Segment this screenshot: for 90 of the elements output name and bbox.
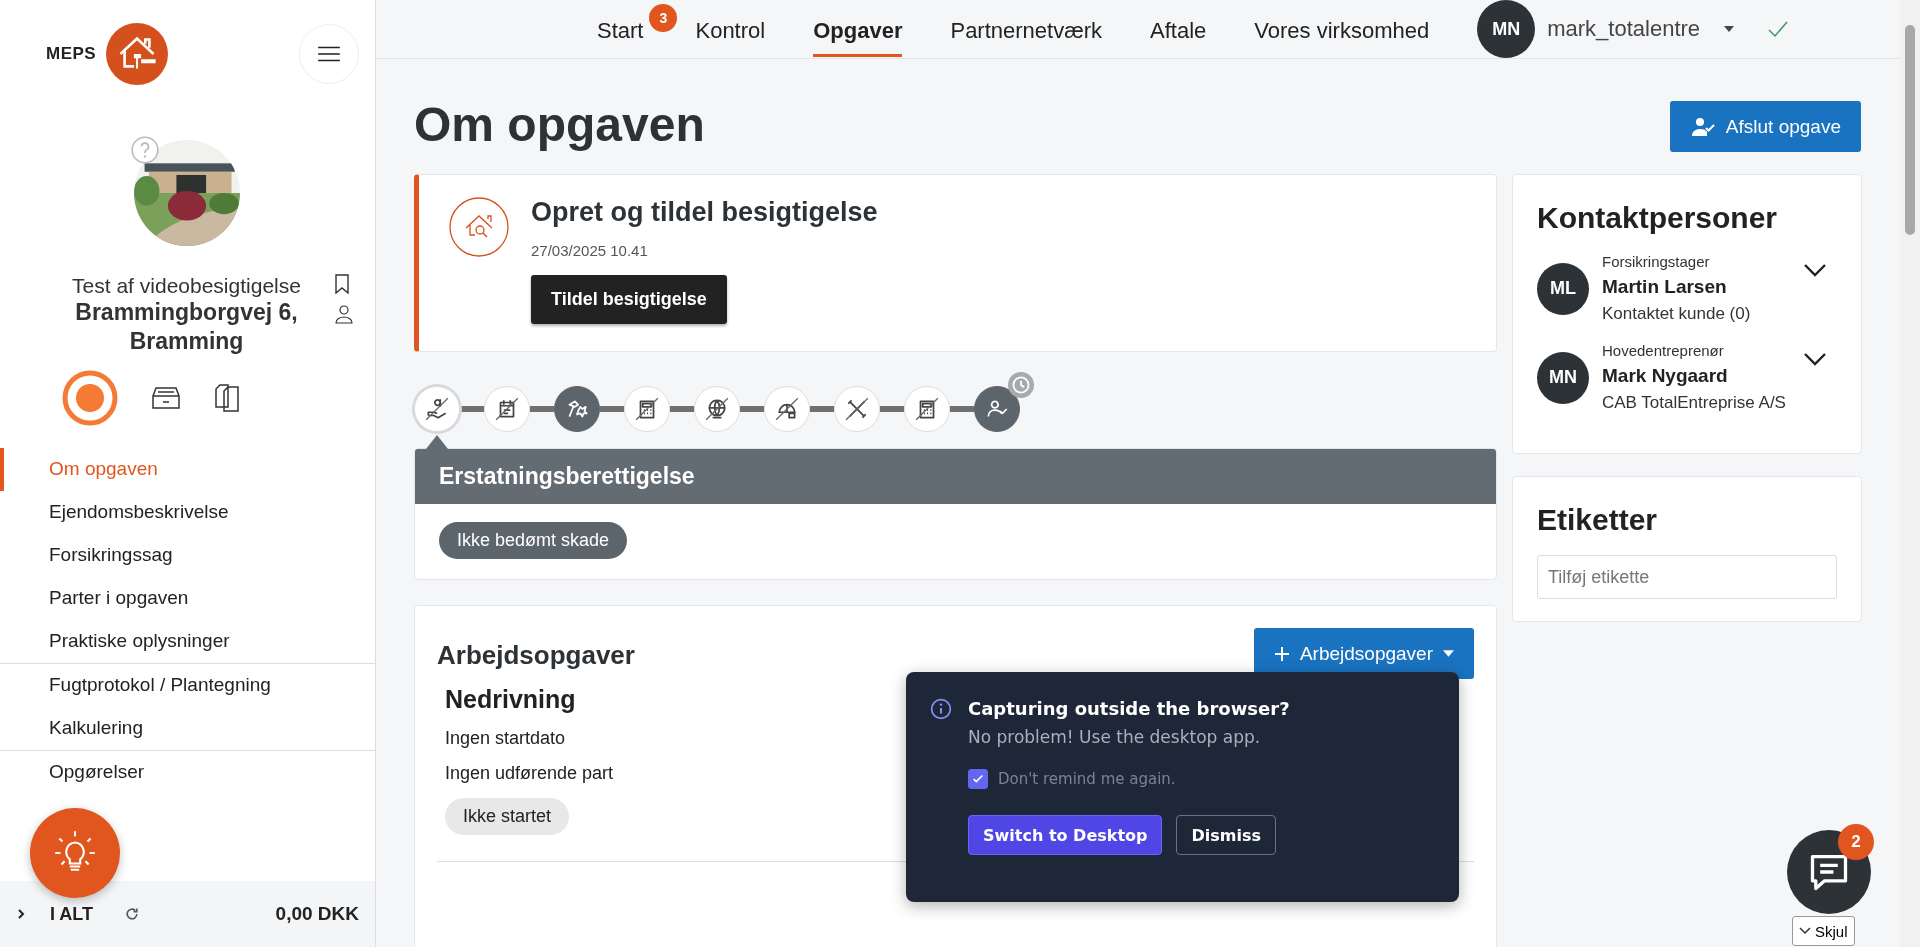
caret-icon	[1724, 26, 1735, 32]
page-title: Om opgaven	[414, 99, 705, 152]
refresh-icon[interactable]	[124, 906, 140, 922]
nav-tab[interactable]: Opgaver	[813, 9, 903, 57]
contact-detail: Kontaktet kunde (0)	[1602, 304, 1752, 324]
nav-tab[interactable]: Aftale	[1150, 9, 1207, 57]
user-name: mark_totalentre	[1547, 16, 1701, 42]
dismiss-button[interactable]: Dismiss	[1176, 815, 1276, 855]
record-icon[interactable]	[62, 369, 118, 426]
task-title: Opret og tildel besigtigelse	[531, 197, 878, 228]
scrollbar[interactable]	[1900, 0, 1920, 947]
sidebar-item[interactable]: Kalkulering	[0, 706, 375, 750]
section-title: Kontaktpersoner	[1537, 201, 1779, 235]
caret-icon[interactable]	[16, 909, 26, 919]
popup-text: No problem! Use the desktop app.	[968, 727, 1262, 747]
clock-badge-icon	[1008, 372, 1034, 398]
sidebar-item[interactable]: Parter i opgaven	[0, 576, 375, 620]
step-connector	[670, 406, 694, 412]
contact-avatar: MN	[1537, 351, 1589, 404]
step-connector	[600, 406, 624, 412]
contact-role: Hovedentreprenør	[1602, 342, 1725, 359]
work-detail: Ingen udførende part	[445, 763, 614, 784]
user-menu[interactable]: MN mark_totalentre	[1477, 0, 1735, 58]
calculator-icon	[914, 396, 940, 422]
tag-input-field[interactable]: Tilføj etikette	[1537, 555, 1837, 599]
sidebar-item[interactable]: Om opgaven	[0, 447, 375, 491]
popup-title: Capturing outside the browser?	[968, 698, 1290, 719]
step-connector	[740, 406, 764, 412]
step-connector	[460, 406, 484, 412]
contact-name: Mark Nygaard	[1602, 365, 1729, 387]
globe-icon	[704, 396, 730, 422]
total-amount: 0,00 DKK	[275, 903, 359, 925]
status-pill: Ikke startet	[445, 798, 570, 835]
switch-button[interactable]: Switch to Desktop	[968, 815, 1163, 855]
chevron-down-icon[interactable]	[1803, 352, 1827, 366]
tray-icon[interactable]	[150, 385, 182, 410]
copy-icon[interactable]	[214, 382, 240, 413]
nav-tab[interactable]: Vores virksomhed	[1254, 9, 1430, 57]
tips-button[interactable]	[30, 808, 120, 898]
sidebar-item[interactable]: Fugtprotokol / Plantegning	[0, 663, 375, 707]
bookmark-icon[interactable]	[333, 274, 350, 294]
checkbox-label: Don't remind me again.	[998, 770, 1176, 788]
case-title: Test af videobesigtigelse	[71, 274, 302, 298]
case-address: Brammingborgvej 6, Bramming	[74, 298, 299, 356]
logo-icon	[106, 23, 169, 85]
sidebar-item[interactable]: Praktiske oplysninger	[0, 619, 375, 663]
contact-role: Forsikringstager	[1602, 253, 1711, 270]
checkbox[interactable]	[968, 769, 988, 789]
wrench-screwdriver-icon	[844, 396, 870, 422]
step-button[interactable]	[554, 386, 600, 432]
nav-tab[interactable]: Partnernetværk	[950, 9, 1103, 57]
step-connector	[810, 406, 834, 412]
work-title: Nedrivning	[445, 685, 576, 714]
calculator-icon	[634, 396, 660, 422]
assign-button[interactable]: Tildel besigtigelse	[531, 275, 727, 324]
house-search-icon	[449, 197, 509, 257]
chevron-down-icon	[1799, 927, 1811, 935]
finish-task-button[interactable]: Afslut opgave	[1669, 101, 1861, 152]
person-icon[interactable]	[333, 304, 354, 324]
contact-detail: CAB TotalEntreprise A/S	[1602, 393, 1787, 413]
step-connector	[950, 406, 974, 412]
helmet-icon	[774, 396, 800, 422]
sidebar-item[interactable]: Forsikringssag	[0, 533, 375, 577]
section-title: Etiketter	[1537, 503, 1659, 537]
caret-icon	[1443, 650, 1454, 657]
info-icon	[930, 698, 952, 720]
plus-icon	[1273, 645, 1290, 662]
status-pill: Ikke bedømt skade	[439, 522, 628, 559]
contact-avatar: ML	[1537, 262, 1589, 315]
contact-name: Martin Larsen	[1602, 276, 1728, 298]
step-connector	[880, 406, 904, 412]
total-label: I ALT	[50, 903, 94, 925]
check-icon	[971, 772, 985, 786]
section-title: Arbejdsopgaver	[437, 640, 635, 671]
work-detail: Ingen startdato	[445, 728, 566, 749]
brand-name: MEPS	[46, 44, 97, 64]
panel-title: Erstatningsberettigelse	[439, 463, 695, 489]
step-button[interactable]	[974, 386, 1020, 432]
chevron-down-icon[interactable]	[1803, 263, 1827, 277]
sidebar-item[interactable]: Ejendomsbeskrivelse	[0, 490, 375, 534]
task-date: 27/03/2025 10.41	[531, 242, 649, 259]
count-badge: 3	[649, 3, 678, 32]
calendar-icon	[494, 396, 520, 422]
hide-button[interactable]: Skjul	[1792, 916, 1855, 946]
hand-coin-icon	[424, 396, 450, 422]
nav-tab[interactable]: Kontrol	[695, 9, 766, 57]
sidebar-item[interactable]: Opgørelser	[0, 750, 375, 794]
user-avatar: MN	[1477, 0, 1536, 58]
step-connector	[530, 406, 554, 412]
count-badge: 2	[1838, 824, 1874, 860]
